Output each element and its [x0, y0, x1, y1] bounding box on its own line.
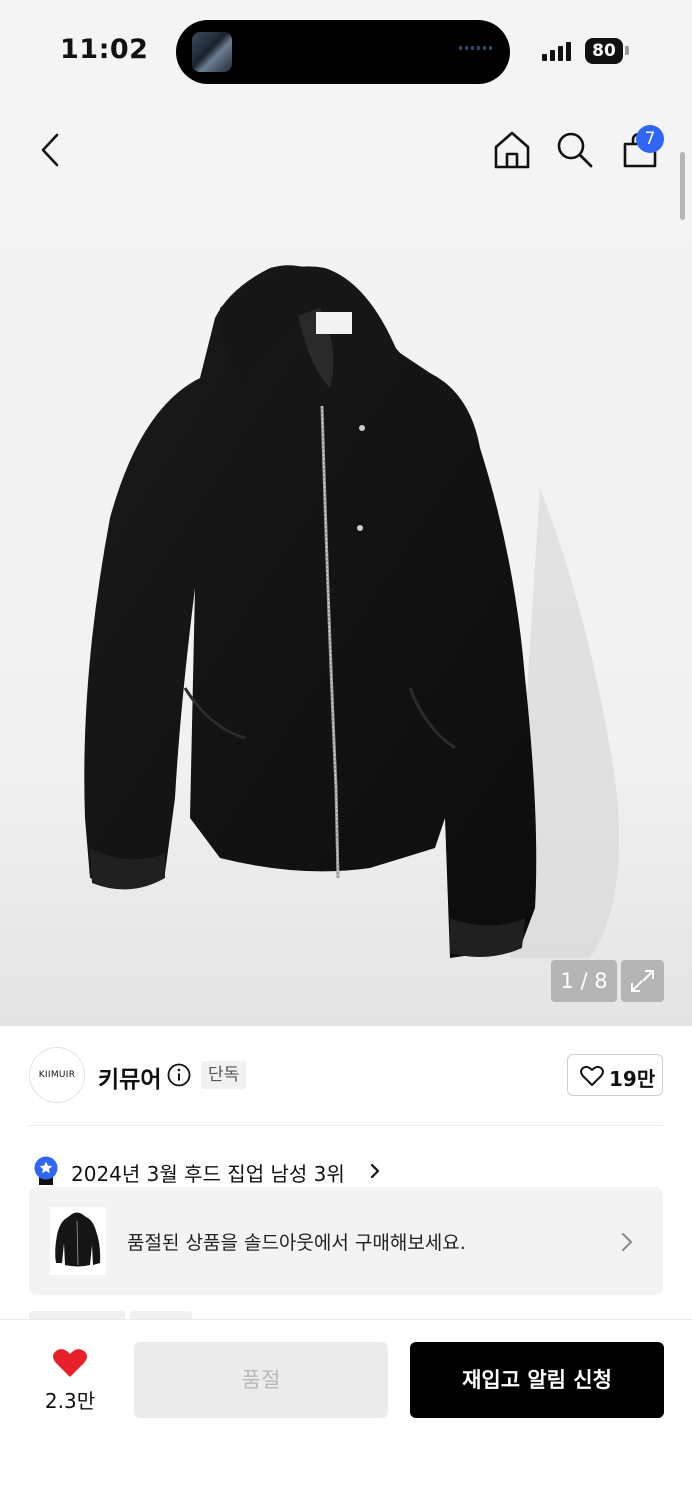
- scrollbar[interactable]: [680, 152, 685, 220]
- battery-icon: 80: [585, 38, 623, 64]
- ranking-link[interactable]: 2024년 3월 후드 집업 남성 3위: [71, 1158, 345, 1187]
- home-icon[interactable]: [493, 130, 531, 170]
- soldout-thumbnail: [50, 1207, 106, 1275]
- audio-waveform-icon: [459, 46, 492, 50]
- soldout-banner[interactable]: 품절된 상품을 솔드아웃에서 구매해보세요.: [29, 1187, 663, 1295]
- cellular-signal-icon: [542, 41, 571, 61]
- brand-logo[interactable]: KIIMUIR: [29, 1047, 85, 1103]
- restock-alert-button[interactable]: 재입고 알림 신청: [410, 1342, 664, 1418]
- battery-tip: [625, 46, 629, 55]
- product-jacket-image: [84, 265, 620, 958]
- brand-name[interactable]: 키뮤어: [98, 1060, 161, 1094]
- cart-count-badge: 7: [636, 125, 664, 153]
- heart-outline-icon: [580, 1065, 604, 1086]
- status-time: 11:02: [60, 34, 149, 65]
- back-arrow-icon[interactable]: [38, 132, 62, 168]
- image-counter: 1 / 8: [551, 960, 617, 1002]
- dynamic-island[interactable]: [176, 20, 510, 84]
- chevron-right-icon: [370, 1163, 380, 1179]
- search-icon[interactable]: [556, 131, 594, 169]
- brand-like-count: 19만: [609, 1067, 656, 1091]
- chevron-right-icon: [622, 1233, 632, 1251]
- expand-image-button[interactable]: [621, 960, 664, 1002]
- soldout-banner-text: 품절된 상품을 솔드아웃에서 구매해보세요.: [127, 1232, 466, 1254]
- brand-like-button[interactable]: 19만: [567, 1054, 663, 1096]
- now-playing-thumbnail: [192, 32, 232, 72]
- divider: [29, 1125, 663, 1126]
- heart-filled-icon[interactable]: [52, 1347, 88, 1379]
- exclusive-badge: 단독: [201, 1061, 247, 1089]
- wish-count: 2.3만: [44, 1389, 96, 1413]
- ranking-medal-icon: [34, 1156, 58, 1185]
- expand-icon: [631, 970, 654, 992]
- status-bar: 11:02 80: [0, 0, 692, 100]
- info-icon[interactable]: [167, 1063, 191, 1087]
- soldout-button: 품절: [134, 1342, 388, 1418]
